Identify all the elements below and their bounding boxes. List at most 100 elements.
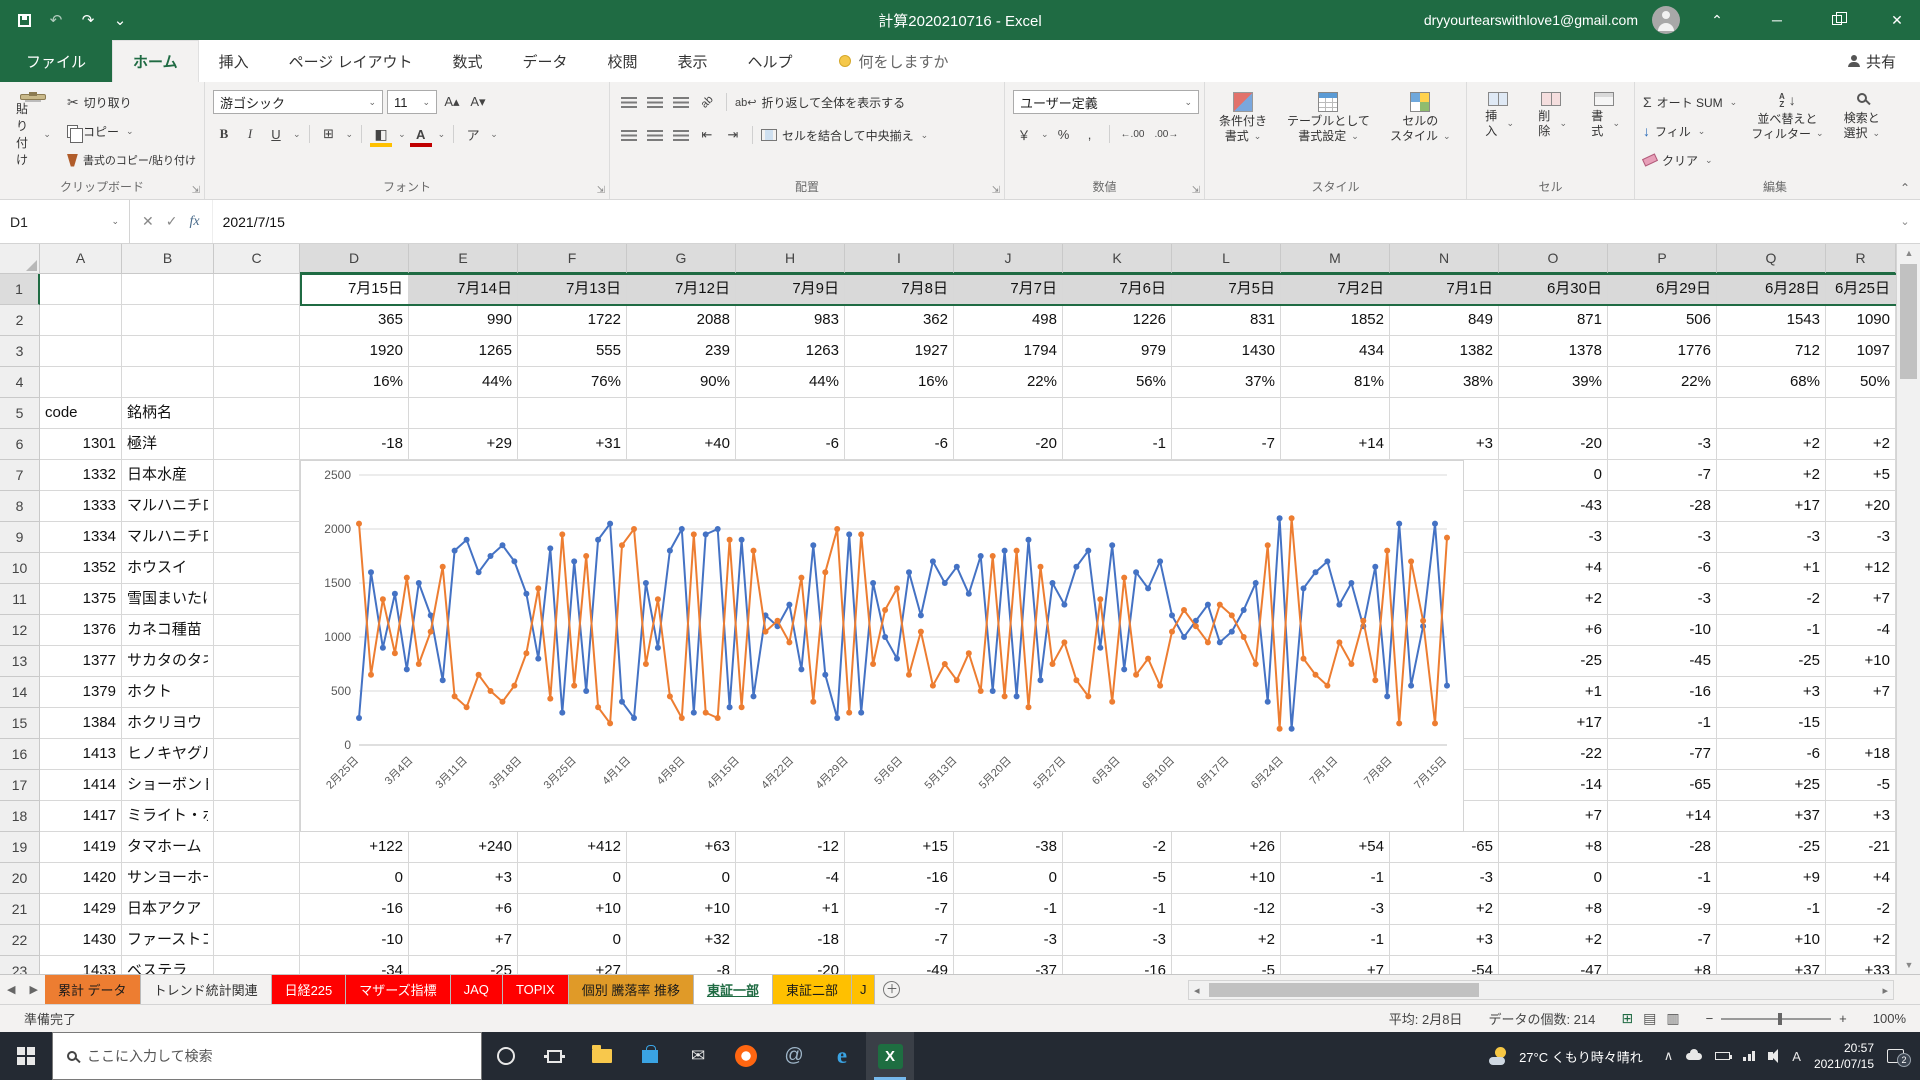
sheet-tab-J[interactable]: J — [852, 975, 876, 1004]
copy-button[interactable]: コピー⌄ — [67, 119, 196, 143]
cell-C2[interactable] — [214, 305, 300, 336]
cell-P22[interactable]: -7 — [1608, 925, 1717, 956]
decrease-indent-button[interactable]: ⇤ — [696, 124, 718, 146]
cell-R1[interactable]: 6月25日 — [1826, 274, 1896, 305]
cell-G5[interactable] — [627, 398, 736, 429]
cell-A12[interactable]: 1376 — [40, 615, 122, 646]
cell-O21[interactable]: +8 — [1499, 894, 1608, 925]
cell-B11[interactable]: 雪国まいたけ — [122, 584, 214, 615]
cell-L21[interactable]: -12 — [1172, 894, 1281, 925]
cell-Q20[interactable]: +9 — [1717, 863, 1826, 894]
cell-K6[interactable]: -1 — [1063, 429, 1172, 460]
cell-O11[interactable]: +2 — [1499, 584, 1608, 615]
weather-widget[interactable]: 27°C くもり時々晴れ — [1481, 1047, 1651, 1066]
cell-P13[interactable]: -45 — [1608, 646, 1717, 677]
column-header-M[interactable]: M — [1281, 244, 1390, 274]
cell-A19[interactable]: 1419 — [40, 832, 122, 863]
cell-Q4[interactable]: 68% — [1717, 367, 1826, 398]
clipboard-dialog-launcher[interactable]: ⇲ — [192, 185, 200, 196]
cell-E19[interactable]: +240 — [409, 832, 518, 863]
cell-P20[interactable]: -1 — [1608, 863, 1717, 894]
cell-K23[interactable]: -16 — [1063, 956, 1172, 974]
cell-Q16[interactable]: -6 — [1717, 739, 1826, 770]
cell-I2[interactable]: 362 — [845, 305, 954, 336]
normal-view-button[interactable]: ⊞ — [1621, 1010, 1633, 1027]
cell-A14[interactable]: 1379 — [40, 677, 122, 708]
cell-M3[interactable]: 434 — [1281, 336, 1390, 367]
row-header-10[interactable]: 10 — [0, 553, 40, 584]
row-header-4[interactable]: 4 — [0, 367, 40, 398]
cell-R9[interactable]: -3 — [1826, 522, 1896, 553]
cell-H21[interactable]: +1 — [736, 894, 845, 925]
cell-O10[interactable]: +4 — [1499, 553, 1608, 584]
cell-F19[interactable]: +412 — [518, 832, 627, 863]
vertical-scrollbar-thumb[interactable] — [1900, 264, 1917, 379]
cell-B13[interactable]: サカタのタネ — [122, 646, 214, 677]
row-header-6[interactable]: 6 — [0, 429, 40, 460]
cell-O4[interactable]: 39% — [1499, 367, 1608, 398]
sheet-tab-個別 騰落率 推移[interactable]: 個別 騰落率 推移 — [569, 975, 694, 1004]
cell-M23[interactable]: +7 — [1281, 956, 1390, 974]
cell-F4[interactable]: 76% — [518, 367, 627, 398]
cell-B1[interactable] — [122, 274, 214, 305]
row-header-5[interactable]: 5 — [0, 398, 40, 429]
cell-C9[interactable] — [214, 522, 300, 553]
cell-Q6[interactable]: +2 — [1717, 429, 1826, 460]
column-header-D[interactable]: D — [300, 244, 409, 274]
cell-L19[interactable]: +26 — [1172, 832, 1281, 863]
cell-D2[interactable]: 365 — [300, 305, 409, 336]
cell-H4[interactable]: 44% — [736, 367, 845, 398]
cell-R22[interactable]: +2 — [1826, 925, 1896, 956]
align-center-button[interactable] — [644, 124, 666, 146]
cell-G19[interactable]: +63 — [627, 832, 736, 863]
column-header-F[interactable]: F — [518, 244, 627, 274]
cell-J21[interactable]: -1 — [954, 894, 1063, 925]
cell-I4[interactable]: 16% — [845, 367, 954, 398]
cell-I20[interactable]: -16 — [845, 863, 954, 894]
cell-J3[interactable]: 1794 — [954, 336, 1063, 367]
taskbar-clock[interactable]: 20:57 2021/07/15 — [1814, 1040, 1874, 1072]
redo-button[interactable]: ↷ — [80, 11, 96, 29]
cell-O15[interactable]: +17 — [1499, 708, 1608, 739]
tab-review[interactable]: 校閲 — [588, 40, 658, 82]
cell-R13[interactable]: +10 — [1826, 646, 1896, 677]
cell-F1[interactable]: 7月13日 — [518, 274, 627, 305]
cell-J19[interactable]: -38 — [954, 832, 1063, 863]
scroll-left-arrow[interactable]: ◂ — [1189, 984, 1205, 997]
minimize-button[interactable]: ─ — [1754, 0, 1800, 40]
restore-button[interactable] — [1814, 0, 1860, 40]
column-header-Q[interactable]: Q — [1717, 244, 1826, 274]
bottom-align-button[interactable] — [670, 91, 692, 113]
bold-button[interactable]: B — [213, 123, 235, 145]
zoom-slider-thumb[interactable] — [1778, 1013, 1782, 1025]
row-header-2[interactable]: 2 — [0, 305, 40, 336]
cell-R21[interactable]: -2 — [1826, 894, 1896, 925]
cell-B23[interactable]: ベステラ — [122, 956, 214, 974]
cell-A8[interactable]: 1333 — [40, 491, 122, 522]
cell-K19[interactable]: -2 — [1063, 832, 1172, 863]
cell-B6[interactable]: 極洋 — [122, 429, 214, 460]
cell-H19[interactable]: -12 — [736, 832, 845, 863]
cell-B4[interactable] — [122, 367, 214, 398]
cell-G22[interactable]: +32 — [627, 925, 736, 956]
cell-I19[interactable]: +15 — [845, 832, 954, 863]
cell-P5[interactable] — [1608, 398, 1717, 429]
column-header-E[interactable]: E — [409, 244, 518, 274]
cell-R10[interactable]: +12 — [1826, 553, 1896, 584]
cell-E5[interactable] — [409, 398, 518, 429]
cell-D1[interactable]: 7月15日 — [300, 274, 409, 305]
cell-A16[interactable]: 1413 — [40, 739, 122, 770]
cell-H1[interactable]: 7月9日 — [736, 274, 845, 305]
cell-E21[interactable]: +6 — [409, 894, 518, 925]
wrap-text-button[interactable]: ab↩折り返して全体を表示する — [735, 90, 905, 114]
cell-C14[interactable] — [214, 677, 300, 708]
cell-styles-button[interactable]: セルのスタイル⌄ — [1384, 90, 1457, 146]
merge-center-button[interactable]: セルを結合して中央揃え⌄ — [761, 123, 928, 147]
cell-D4[interactable]: 16% — [300, 367, 409, 398]
cell-B19[interactable]: タマホーム — [122, 832, 214, 863]
cell-L22[interactable]: +2 — [1172, 925, 1281, 956]
cell-M19[interactable]: +54 — [1281, 832, 1390, 863]
cell-L2[interactable]: 831 — [1172, 305, 1281, 336]
row-header-7[interactable]: 7 — [0, 460, 40, 491]
cell-E2[interactable]: 990 — [409, 305, 518, 336]
